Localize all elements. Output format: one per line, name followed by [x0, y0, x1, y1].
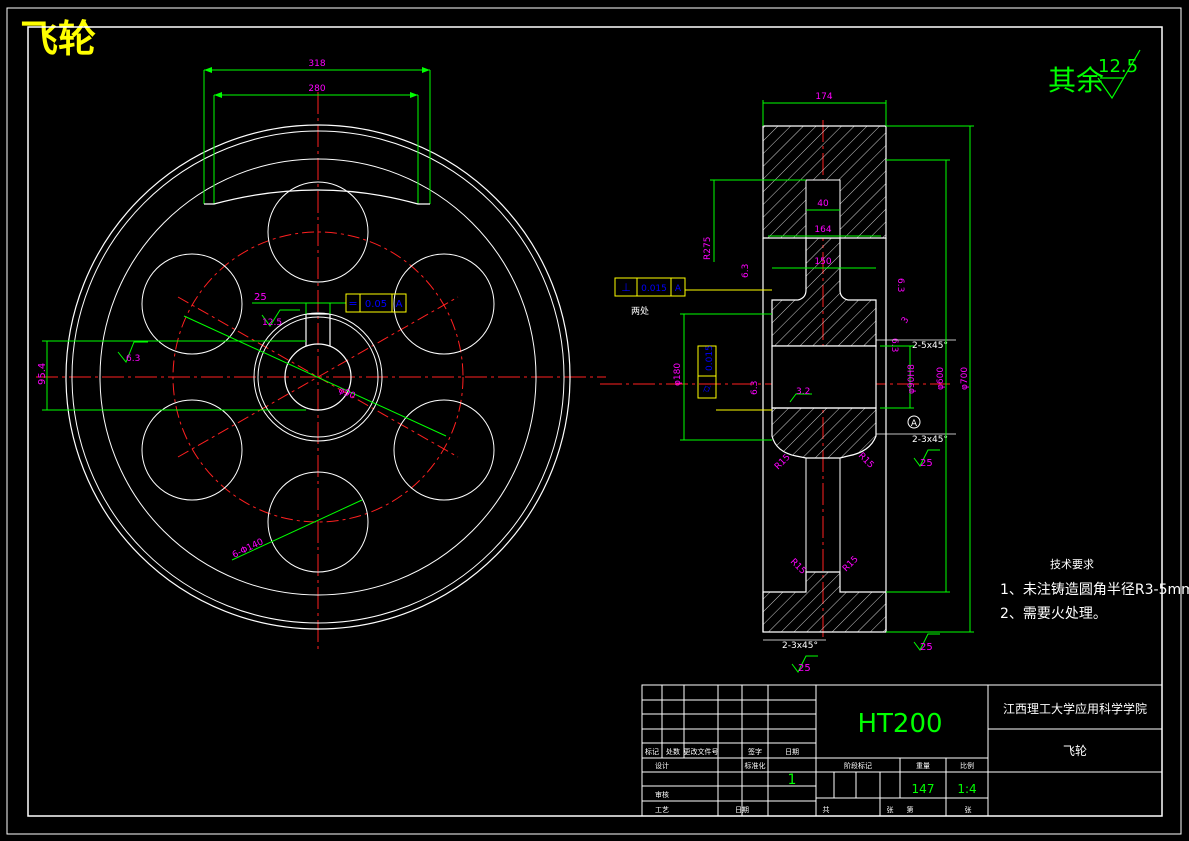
- groove-arc: [204, 189, 430, 205]
- ra-6-3-front: 6.3: [126, 354, 140, 364]
- tol-symbol: =: [348, 297, 357, 310]
- tol-value: 0.05: [365, 299, 387, 310]
- lbl-sheets: 张: [887, 805, 894, 814]
- chamfer-2: 2-3x45°: [912, 435, 948, 445]
- dim-174: 174: [815, 92, 832, 102]
- fillet-r15-c: R15: [788, 557, 808, 577]
- tol-left-symbol: ⌭: [703, 382, 711, 395]
- lbl-sheet: 张: [965, 805, 972, 814]
- rim-bottom-section: [762, 571, 887, 633]
- tech-item-1: 1、未注铸造圆角半径R3-5mm;: [1000, 582, 1189, 598]
- ra-25-b: 25: [798, 663, 811, 674]
- fillet-r15-b: R15: [856, 451, 876, 471]
- groove-fill: [204, 186, 430, 204]
- material: HT200: [857, 709, 942, 739]
- school-name: 江西理工大学应用科学学院: [1003, 701, 1147, 716]
- lbl-date-2: 日期: [735, 806, 749, 814]
- ra-25-a: 25: [920, 458, 933, 469]
- ra-25-c: 25: [920, 642, 933, 653]
- roughness-note-value: 12.5: [1098, 56, 1138, 77]
- datum-a: A: [911, 419, 918, 429]
- ra-12-5: 12.5: [262, 318, 282, 328]
- arrow-280-l: [214, 92, 222, 98]
- hole-top-left: [141, 253, 243, 355]
- leader-phi90: [183, 315, 447, 437]
- lbl-std: 标准化: [745, 761, 766, 770]
- dim-phi180: φ180: [673, 363, 683, 386]
- lbl-design: 设计: [655, 761, 669, 770]
- dim-40: 40: [817, 199, 829, 209]
- tol-top-symbol: ⊥: [621, 281, 631, 294]
- dim-150: 150: [814, 257, 831, 267]
- roughness-note: 其余 12.5: [1048, 49, 1141, 100]
- inner-border: [27, 26, 1163, 817]
- tech-item-2: 2、需要火处理。: [1000, 606, 1107, 622]
- dim-164: 164: [814, 225, 831, 235]
- engineering-drawing: 318 280 25 = 0.05 A 12.5 95.4 6.3 φ90 6-…: [6, 7, 1189, 835]
- chamfer-3: 2-3x45°: [782, 641, 818, 651]
- lbl-total: 共: [823, 805, 830, 814]
- dim-r275: R275: [703, 237, 713, 260]
- dim-phi90h8: φ90H8: [907, 364, 917, 394]
- hub-bottom-section: [771, 407, 877, 459]
- tech-requirements: 技术要求 1、未注铸造圆角半径R3-5mm; 2、需要火处理。: [1000, 558, 1189, 622]
- lbl-stage: 阶段标记: [844, 761, 872, 770]
- arrow-318-r: [422, 67, 430, 73]
- hole-bottom-left: [141, 399, 243, 501]
- fillet-r15-a: R15: [773, 453, 793, 473]
- arrow-318-l: [204, 67, 212, 73]
- dim-25: 25: [254, 292, 267, 303]
- lbl-no: 第: [907, 805, 914, 814]
- tol-top-datum: A: [675, 284, 682, 294]
- dim-280: 280: [308, 84, 325, 94]
- weight: 147: [912, 782, 935, 796]
- roughness-note-prefix: 其余: [1048, 64, 1104, 97]
- lbl-change: 更改文件号: [684, 747, 719, 756]
- chamfer-1: 2-5x45°: [912, 341, 948, 351]
- dim-holes: 6-Φ140: [231, 537, 266, 561]
- fillet-r15-d: R15: [841, 555, 861, 575]
- hole-top-right: [393, 253, 495, 355]
- dim-phi90: φ90: [337, 386, 357, 402]
- dim-phi600: φ600: [936, 367, 946, 390]
- lbl-sign: 签字: [748, 747, 762, 756]
- hole-bottom-right: [393, 399, 495, 501]
- dim-318: 318: [308, 59, 325, 69]
- ra-63-a: 6.3: [741, 264, 751, 278]
- lbl-weight: 重量: [916, 762, 930, 770]
- lbl-date: 日期: [785, 748, 799, 756]
- quantity: 1: [788, 772, 797, 788]
- arrow-280-r: [410, 92, 418, 98]
- side-view: 174 40 164 150 R275 ⊥ 0.015 A 两处 φ180 0.…: [600, 92, 974, 674]
- web-top-section: [771, 237, 877, 347]
- tol-top-note: 两处: [631, 305, 649, 317]
- tol-left-value: 0.015: [705, 345, 715, 371]
- scale: 1:4: [957, 782, 976, 796]
- ra-3: 3: [900, 316, 912, 326]
- hub-bore: [771, 345, 877, 409]
- lbl-mark: 标记: [645, 747, 659, 756]
- lbl-scale: 比例: [960, 761, 974, 770]
- part-name: 飞轮: [1063, 744, 1087, 758]
- lbl-process: 工艺: [655, 806, 669, 814]
- dim-95-4: 95.4: [37, 363, 48, 385]
- lbl-review: 审核: [655, 790, 669, 799]
- lbl-count: 处数: [666, 747, 680, 756]
- front-view: 318 280 25 = 0.05 A 12.5 95.4 6.3 φ90 6-…: [36, 59, 606, 652]
- ra-63-c: 6.3: [895, 278, 905, 292]
- tol-top-value: 0.015: [641, 284, 667, 294]
- ra-32: 3.2: [796, 387, 810, 397]
- ra-63-b: 6.3: [750, 381, 760, 395]
- tol-datum: A: [396, 299, 403, 310]
- dim-phi700: φ700: [960, 367, 970, 390]
- tech-title: 技术要求: [1050, 558, 1094, 571]
